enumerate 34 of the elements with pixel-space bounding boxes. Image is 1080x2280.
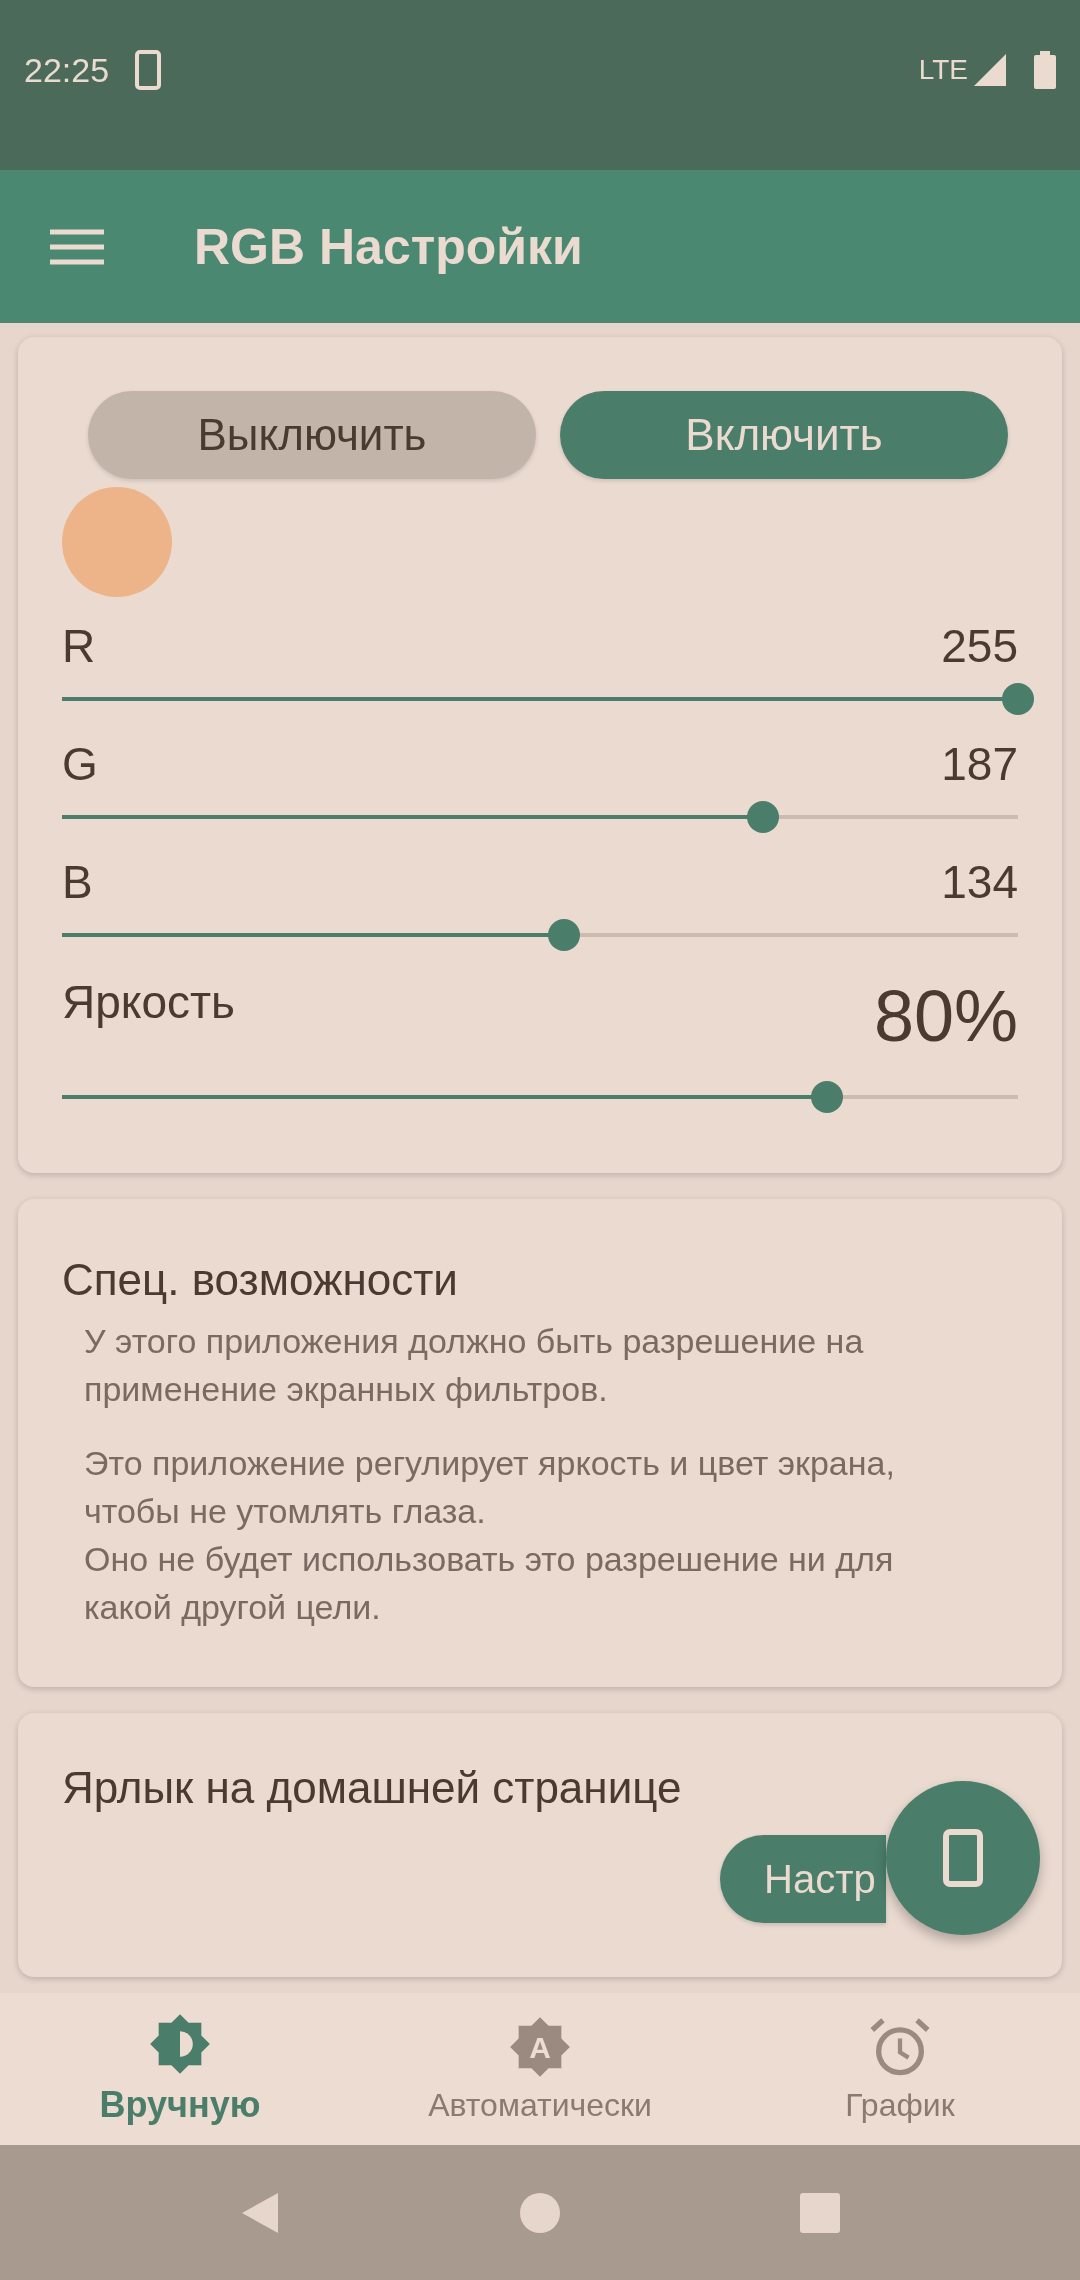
brightness-icon xyxy=(148,2012,212,2076)
home-icon[interactable] xyxy=(520,2192,560,2233)
slider-label: R xyxy=(62,619,96,673)
slider-thumb[interactable] xyxy=(746,801,779,833)
slider-label: B xyxy=(62,855,93,909)
app-title: RGB Настройки xyxy=(194,217,583,276)
slider-value: 80% xyxy=(873,975,1018,1057)
back-icon[interactable] xyxy=(240,2190,280,2235)
card-title: Ярлык на домашней странице xyxy=(62,1763,683,1813)
battery-icon xyxy=(1034,51,1056,89)
recents-icon[interactable] xyxy=(800,2192,840,2233)
phone-icon xyxy=(943,1829,983,1887)
slider-label: G xyxy=(62,737,98,791)
card-title: Спец. возможности xyxy=(62,1255,459,1305)
slider-thumb[interactable] xyxy=(547,919,580,951)
slider-value: 255 xyxy=(941,619,1018,673)
power-button[interactable]: Выключить xyxy=(88,391,536,479)
power-button[interactable]: Включить xyxy=(560,391,1008,479)
card-paragraph: Это приложение регулирует яркость и цвет экрана, чтобы не утомлять глаза. Оно не будет использовать это разрешение ни для какой другой цели. xyxy=(83,1443,896,1628)
status-time: 22:25 xyxy=(24,50,110,90)
phone-icon xyxy=(135,50,162,90)
signal-icon xyxy=(972,52,1008,88)
slider-thumb[interactable] xyxy=(1002,683,1034,715)
network-type: LTE xyxy=(918,54,968,86)
nav-tab[interactable]: A Автоматически xyxy=(360,1993,720,2145)
setup-button[interactable]: Настр xyxy=(720,1835,886,1923)
slider-label: Яркость xyxy=(62,975,236,1029)
slider-thumb[interactable] xyxy=(810,1081,843,1113)
nav-tab[interactable]: Вручную xyxy=(0,1993,360,2145)
menu-icon[interactable] xyxy=(50,228,104,265)
nav-tab[interactable]: График xyxy=(720,1993,1080,2145)
card-paragraph: У этого приложения должно быть разрешение на применение экранных фильтров. xyxy=(83,1321,865,1410)
slider-value: 187 xyxy=(941,737,1018,791)
slider-value: 134 xyxy=(941,855,1018,909)
